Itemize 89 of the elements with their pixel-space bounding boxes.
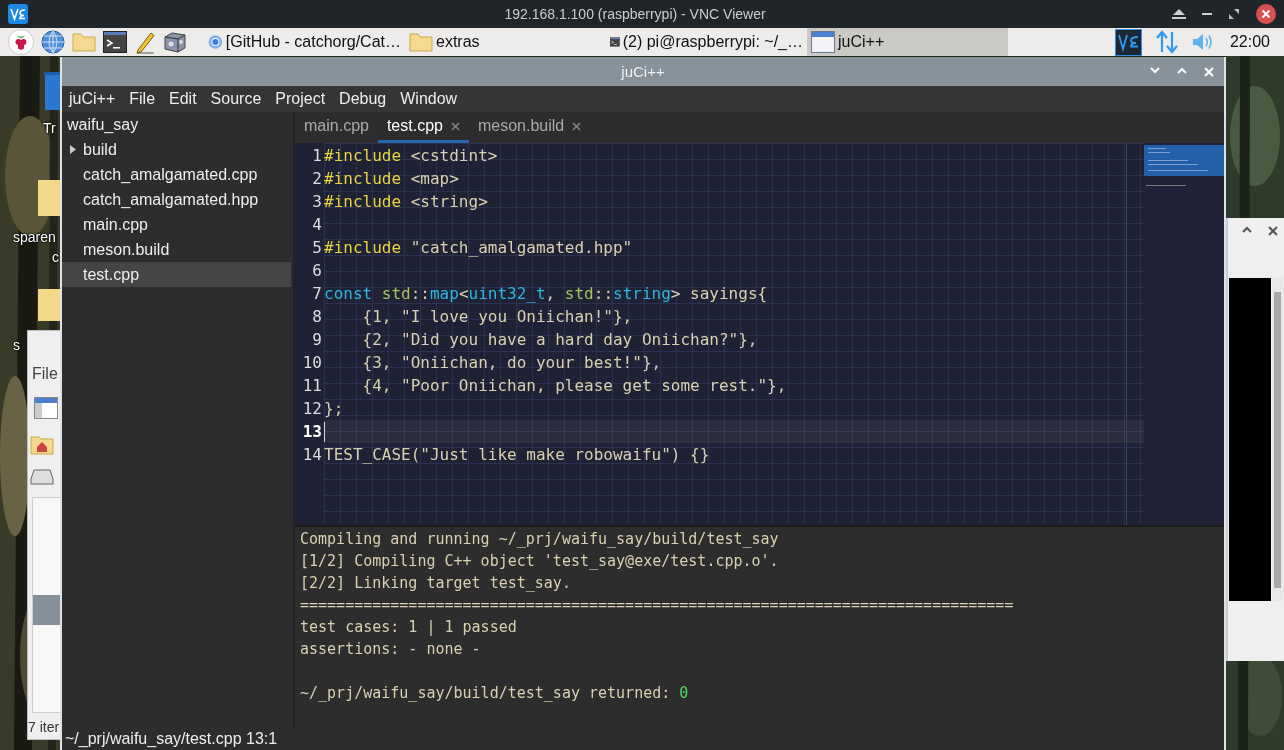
code-line: {4, "Poor Oniichan, please get some rest."}, <box>361 375 788 397</box>
code-line: {3, "Oniichan, do your best!"}, <box>361 352 663 374</box>
code-line: #include "catch_amalgamated.hpp" <box>324 237 634 259</box>
folder-icon <box>409 32 433 52</box>
menu-item[interactable]: Debug <box>332 90 394 108</box>
window-icon[interactable] <box>34 397 58 419</box>
output-line: ~/_prj/waifu_say/build/test_say returned: 0 <box>300 684 690 704</box>
desktop-icon-label[interactable]: c <box>52 249 59 265</box>
drive-icon[interactable] <box>30 469 54 485</box>
output-line: Compiling and running ~/_prj/waifu_say/build/test_say <box>300 530 780 550</box>
status-text: 7 iter <box>28 719 60 735</box>
output-line: test cases: 1 | 1 passed <box>300 618 518 638</box>
line-number: 3 <box>311 191 322 213</box>
tree-item[interactable]: meson.build <box>62 237 293 262</box>
line-number: 2 <box>311 168 322 190</box>
line-number: 10 <box>301 352 322 374</box>
menu-item[interactable]: Source <box>203 90 269 108</box>
output-line: =============================================================================== <box>300 596 1015 616</box>
folder-icon <box>38 180 60 216</box>
close-icon[interactable] <box>1256 4 1276 24</box>
box-icon[interactable] <box>163 30 187 54</box>
output-line: [2/2] Linking target test_say. <box>300 574 572 594</box>
tab[interactable]: meson.build <box>468 112 591 143</box>
vnc-tray-icon[interactable] <box>1114 28 1142 56</box>
line-number: 5 <box>311 237 322 259</box>
line-number: 7 <box>311 283 322 305</box>
maximize-icon[interactable] <box>1242 226 1252 233</box>
window-title: juCi++ <box>621 63 665 80</box>
output-line: assertions: - none - <box>300 640 482 660</box>
code-line: #include <map> <box>324 168 460 190</box>
code-line: {1, "I love you Oniichan!"}, <box>361 306 634 328</box>
tree-item[interactable]: main.cpp <box>62 212 293 237</box>
code-line: #include <cstdint> <box>324 145 499 167</box>
desktop-icon-label[interactable]: sparen <box>13 229 56 245</box>
line-number: 1 <box>311 145 322 167</box>
menu-item[interactable]: juCi++ <box>62 90 123 108</box>
code-line: #include <string> <box>324 191 489 213</box>
network-arrows-icon[interactable] <box>1155 30 1178 54</box>
line-number: 14 <box>301 444 322 466</box>
status-text: ~/_prj/waifu_say/test.cpp 13:1 <box>65 730 278 748</box>
tree-item[interactable]: catch_amalgamated.cpp <box>62 162 293 187</box>
terminal-icon[interactable] <box>103 31 127 53</box>
menu-item[interactable]: Project <box>268 90 333 108</box>
code-line: {2, "Did you have a hard day Oniichan?"}, <box>361 329 759 351</box>
desktop-icon-label[interactable]: Tr <box>43 120 56 136</box>
app-logo-icon <box>8 4 28 24</box>
menu-item[interactable]: Edit <box>162 90 204 108</box>
window-icon <box>811 31 835 53</box>
raspberry-icon[interactable] <box>8 29 34 55</box>
code-line: }; <box>324 398 345 420</box>
line-number: 4 <box>311 214 322 236</box>
chevron-down-icon[interactable] <box>1150 67 1160 74</box>
line-number: 11 <box>301 375 322 397</box>
code-editor[interactable] <box>295 143 1224 525</box>
taskbar-button[interactable]: juCi++ <box>807 28 1008 56</box>
folder-icon <box>38 289 60 321</box>
chevron-up-icon[interactable] <box>1177 67 1187 74</box>
desktop-icon-label[interactable]: s <box>13 337 20 353</box>
close-icon[interactable] <box>1268 226 1278 236</box>
tree-item[interactable]: test.cpp <box>62 262 291 287</box>
tree-item[interactable]: waifu_say <box>62 115 139 134</box>
line-number: 9 <box>311 329 322 351</box>
taskbar-button[interactable]: extras <box>405 28 606 56</box>
pencil-icon[interactable] <box>134 30 156 54</box>
tree-item[interactable]: catch_amalgamated.hpp <box>62 187 293 212</box>
clock[interactable]: 22:00 <box>1229 33 1270 51</box>
code-line: const std::map<uint32_t, std::string> sayings{ <box>324 283 769 305</box>
menu-item[interactable]: Window <box>393 90 465 108</box>
line-number: 13 <box>301 421 322 443</box>
tab[interactable]: main.cpp <box>295 112 378 143</box>
home-folder-icon[interactable] <box>30 435 54 455</box>
taskbar-button[interactable]: (2) pi@raspberrypi: ~/_… <box>606 28 807 56</box>
expander-icon[interactable] <box>70 145 76 154</box>
line-number: 6 <box>311 260 322 282</box>
line-number: 12 <box>301 398 322 420</box>
menu-item[interactable]: File <box>122 90 163 108</box>
tree-item[interactable]: build <box>62 137 293 162</box>
output-line: [1/2] Compiling C++ object 'test_say@exe/test.cpp.o'. <box>300 552 780 572</box>
trash-icon <box>44 72 60 110</box>
menu-item[interactable]: File <box>32 365 58 383</box>
eject-icon[interactable] <box>1172 8 1186 20</box>
restore-icon[interactable] <box>1228 8 1240 20</box>
globe-icon[interactable] <box>41 30 65 54</box>
text-cursor <box>324 421 325 442</box>
code-line: TEST_CASE("Just like make robowaifu") {} <box>324 444 711 466</box>
line-number: 8 <box>311 306 322 328</box>
taskbar-button[interactable]: [GitHub - catchorg/Cat… <box>204 28 405 56</box>
window-title: 192.168.1.100 (raspberrypi) - VNC Viewer <box>503 6 767 22</box>
scrollbar[interactable] <box>1272 278 1283 601</box>
